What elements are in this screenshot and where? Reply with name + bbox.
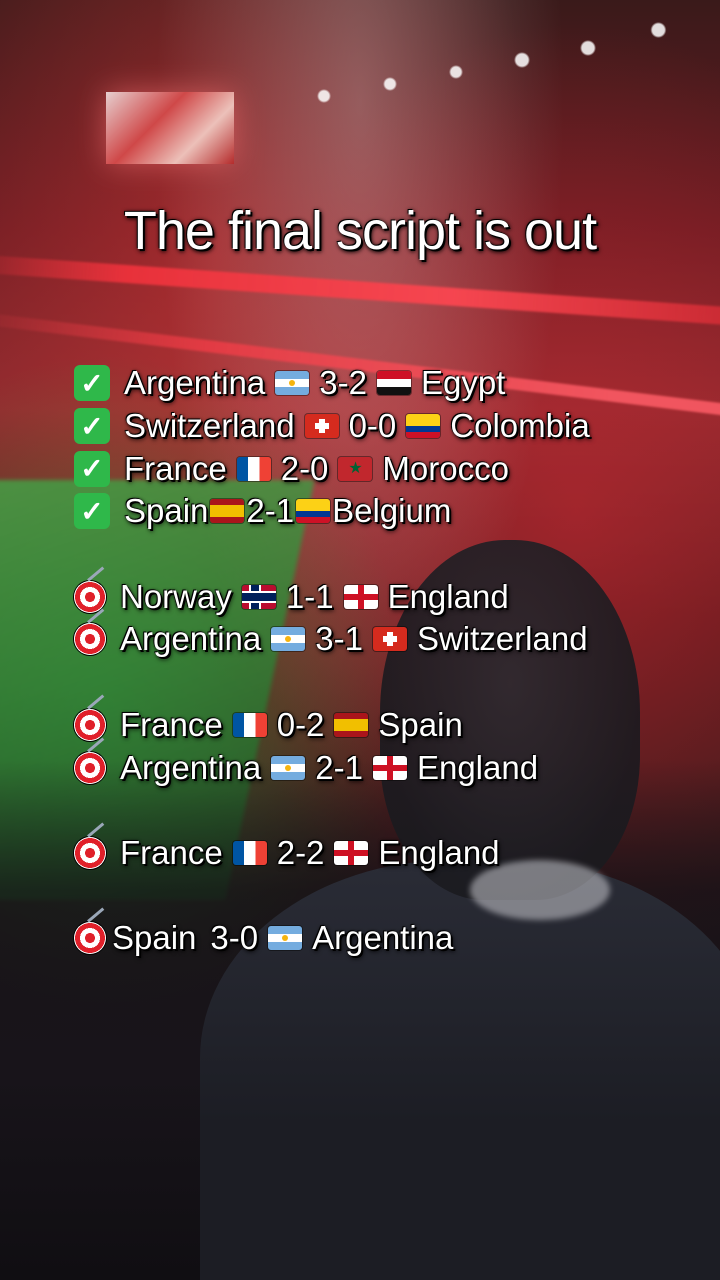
home-team: Norway [120, 577, 232, 615]
overlay-title: The final script is out [123, 201, 597, 261]
flag-france-icon [232, 840, 267, 865]
video-frame: The final script is out ✓ Argentina 3-2 … [0, 0, 720, 1280]
home-team: Spain [124, 492, 209, 530]
score: 0-0 [348, 407, 397, 445]
home-team: Switzerland [124, 407, 295, 445]
home-team: France [120, 705, 223, 743]
home-team: France [120, 833, 223, 871]
result-row: ✓ Argentina 3-2 Egypt [74, 362, 714, 405]
away-team: Colombia [450, 407, 590, 445]
flag-spain-icon [334, 712, 369, 737]
score: 3-2 [319, 364, 367, 402]
away-team: England [416, 748, 539, 786]
direct-hit-target-icon [74, 708, 106, 741]
score: 2-2 [276, 833, 325, 871]
flag-norway-icon [241, 584, 276, 609]
flag-egypt-icon [376, 371, 411, 396]
flag-switzerland-icon [372, 627, 407, 652]
stadium-lights [280, 0, 720, 120]
score: 2-0 [280, 449, 329, 487]
check-mark-icon: ✓ [74, 450, 110, 487]
away-team: Belgium [332, 492, 452, 530]
home-team: Argentina [124, 364, 266, 402]
home-team: Spain [112, 919, 197, 957]
home-team: France [124, 449, 227, 487]
home-team: Argentina [120, 620, 262, 658]
prediction-row: Argentina 3-1 Switzerland [74, 618, 714, 661]
flag-england-icon [343, 584, 378, 609]
score: 2-1 [315, 748, 363, 786]
away-team: Switzerland [416, 620, 588, 658]
flag-england-icon [334, 840, 369, 865]
flag-argentina-icon [271, 755, 306, 780]
away-team: Spain [378, 705, 463, 743]
check-mark-icon: ✓ [74, 408, 110, 445]
score: 0-2 [276, 705, 325, 743]
flag-spain-icon [210, 499, 245, 524]
score: 2-1 [246, 492, 295, 530]
result-row: ✓ Switzerland 0-0 Colombia [74, 405, 714, 448]
result-row: ✓ France 2-0 Morocco [74, 447, 714, 490]
score: 3-1 [315, 620, 363, 658]
flag-argentina-icon [268, 926, 303, 951]
direct-hit-target-icon [74, 623, 106, 656]
prediction-row: Spain 3-0 Argentina [74, 917, 714, 960]
score: 1-1 [285, 577, 334, 615]
stadium-screen [106, 92, 234, 164]
score: 3-0 [210, 919, 259, 957]
flag-morocco-icon [338, 456, 373, 481]
away-team: Egypt [420, 364, 506, 402]
away-team: Argentina [312, 919, 454, 957]
flag-england-icon [372, 755, 407, 780]
prediction-row: France 2-2 England [74, 832, 714, 875]
away-team: England [387, 577, 509, 615]
check-mark-icon: ✓ [74, 365, 110, 402]
stadium-led-band [0, 253, 720, 329]
flag-colombia-icon [296, 499, 331, 524]
prediction-row: Norway 1-1 England [74, 575, 714, 618]
prediction-row: France 0-2 Spain [74, 704, 714, 747]
result-row: ✓ Spain 2-1 Belgium [74, 490, 714, 533]
results-list: ✓ Argentina 3-2 Egypt ✓ Switzerland 0-0 … [74, 362, 714, 960]
flag-france-icon [232, 712, 267, 737]
flag-switzerland-icon [304, 414, 339, 439]
flag-france-icon [236, 456, 271, 481]
direct-hit-target-icon [74, 836, 106, 869]
direct-hit-target-icon [74, 922, 106, 955]
flag-argentina-icon [271, 627, 306, 652]
prediction-row: Argentina 2-1 England [74, 746, 714, 789]
away-team: England [378, 833, 500, 871]
home-team: Argentina [120, 748, 262, 786]
flag-argentina-icon [275, 371, 310, 396]
flag-colombia-icon [406, 414, 441, 439]
direct-hit-target-icon [74, 751, 106, 784]
away-team: Morocco [382, 449, 509, 487]
check-mark-icon: ✓ [74, 493, 110, 530]
